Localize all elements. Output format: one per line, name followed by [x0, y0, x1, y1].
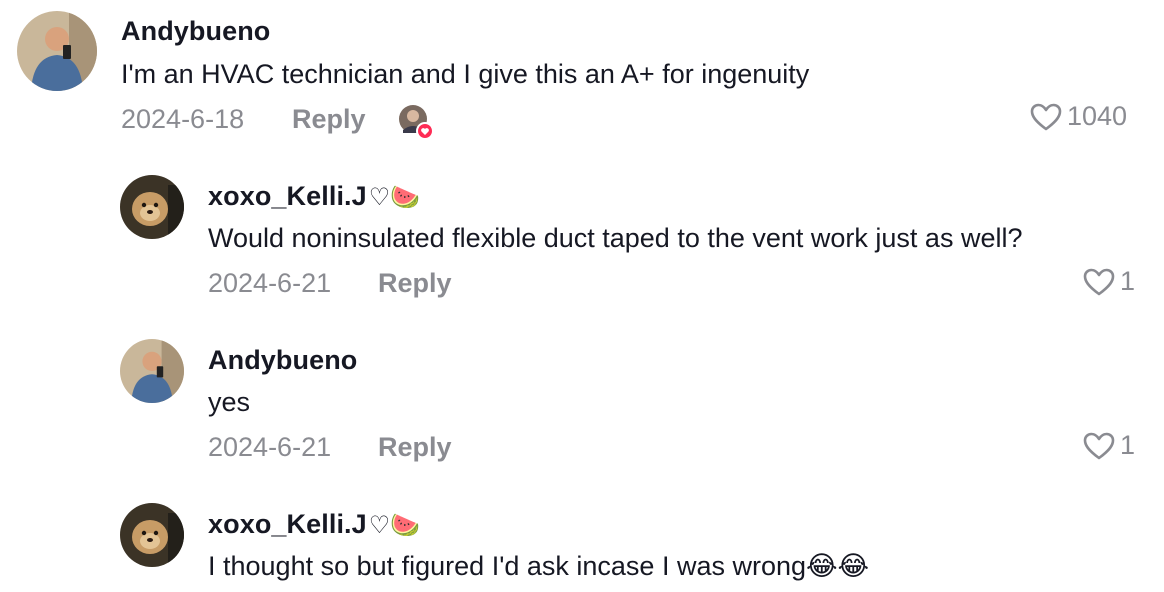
- reply-button[interactable]: Reply: [292, 104, 366, 135]
- username-emoji-suffix: ♡🍉: [368, 184, 421, 211]
- avatar-andybueno[interactable]: [17, 11, 97, 91]
- username[interactable]: Andybueno: [121, 16, 270, 47]
- like-button[interactable]: 1: [1082, 430, 1135, 461]
- username-text: xoxo_Kelli.J: [208, 181, 367, 211]
- comment-text: I thought so but figured I'd ask incase …: [208, 551, 870, 581]
- person-photo-icon: [120, 339, 184, 403]
- comment-text: Would noninsulated flexible duct taped t…: [208, 223, 1023, 253]
- avatar-kelli[interactable]: [120, 503, 184, 567]
- comment-date: 2024-6-18: [121, 104, 245, 134]
- username-emoji-suffix: ♡🍉: [368, 512, 421, 539]
- avatar-andybueno[interactable]: [120, 339, 184, 403]
- heart-outline-icon: [1083, 268, 1115, 295]
- comment-text: I'm an HVAC technician and I give this a…: [121, 59, 810, 89]
- heart-outline-icon: [1083, 432, 1115, 459]
- like-button[interactable]: 1: [1082, 266, 1135, 297]
- dog-photo-icon: [120, 503, 184, 567]
- dog-photo-icon: [120, 175, 184, 239]
- comment-date: 2024-6-21: [208, 268, 332, 298]
- username[interactable]: Andybueno: [208, 345, 357, 376]
- like-button[interactable]: 1040: [1029, 101, 1127, 132]
- comment-date: 2024-6-21: [208, 432, 332, 462]
- username[interactable]: xoxo_Kelli.J♡🍉: [208, 509, 420, 540]
- comment-text: yes: [208, 387, 251, 417]
- person-photo-icon: [17, 11, 97, 91]
- username[interactable]: xoxo_Kelli.J♡🍉: [208, 181, 420, 212]
- like-count: 1: [1120, 266, 1136, 296]
- like-count: 1040: [1067, 101, 1128, 131]
- username-text: xoxo_Kelli.J: [208, 509, 367, 539]
- reply-button[interactable]: Reply: [378, 432, 452, 463]
- creator-liked-avatar-icon: [398, 104, 434, 140]
- avatar-kelli[interactable]: [120, 175, 184, 239]
- heart-outline-icon: [1030, 103, 1062, 130]
- reply-button[interactable]: Reply: [378, 268, 452, 299]
- like-count: 1: [1120, 430, 1136, 460]
